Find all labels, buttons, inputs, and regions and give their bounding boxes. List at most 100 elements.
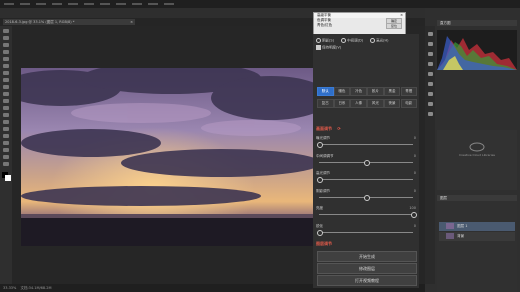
style-preset-button[interactable]: 暖色 [333, 87, 351, 96]
path-select-tool-icon[interactable] [3, 141, 9, 145]
paragraph-icon[interactable] [427, 72, 433, 76]
generate-button[interactable]: 开始生成 [317, 251, 417, 262]
slider-value: 0 [413, 223, 416, 228]
slider-track[interactable] [319, 144, 413, 145]
layers-panel: 图层 图层 1 背景 [437, 195, 517, 292]
eraser-tool-icon[interactable] [3, 99, 9, 103]
slider-value: 0 [413, 171, 416, 175]
slider-label: 锐化 [316, 223, 323, 228]
blur-tool-icon[interactable] [3, 113, 9, 117]
reset-button[interactable]: 复位 [386, 23, 402, 29]
slider-label: 阴影调节 [316, 188, 330, 193]
adjustments-icon[interactable] [427, 42, 433, 46]
pen-tool-icon[interactable] [3, 127, 9, 131]
background-color-swatch[interactable] [5, 175, 11, 181]
slider-knob[interactable] [317, 177, 323, 183]
stamp-tool-icon[interactable] [3, 85, 9, 89]
style-preset-button[interactable]: 黑金 [383, 87, 401, 96]
slider-knob[interactable] [411, 212, 417, 218]
lasso-tool-icon[interactable] [3, 43, 9, 47]
menu-bar[interactable] [0, 0, 520, 8]
section-adjust-label: 画面调节 [316, 126, 332, 131]
slider-label: 亮度 [316, 206, 323, 210]
panel-icon-strip [425, 26, 435, 284]
healing-tool-icon[interactable] [3, 71, 9, 75]
slider-label: 高光调节 [316, 171, 330, 175]
libraries-icon[interactable] [427, 112, 433, 116]
histogram-panel: 直方图 [437, 20, 517, 90]
dialog-row-label: 色调平衡 [317, 18, 331, 22]
move-tool-icon[interactable] [3, 29, 9, 33]
layer-row[interactable]: 图层 1 [439, 222, 515, 231]
layer-name: 图层 1 [457, 224, 468, 228]
zoom-readout[interactable]: 33.33% [3, 286, 16, 290]
close-icon[interactable]: × [400, 13, 403, 17]
balance-dialog: 高级平衡 × 色调平衡 确定 青色/红色 复位 [313, 12, 406, 36]
style-preset-button[interactable]: 冷色 [350, 87, 367, 96]
section-generate-title: 图层调节 [316, 241, 332, 246]
layer-options-area[interactable] [437, 201, 517, 221]
marquee-tool-icon[interactable] [3, 36, 9, 40]
type-tool-icon[interactable] [3, 134, 9, 138]
layer-thumbnail [446, 233, 454, 239]
style-preset-button[interactable]: 复古 [317, 99, 334, 108]
video-tutorial-button[interactable]: 打开视频教程 [317, 275, 417, 286]
quick-select-tool-icon[interactable] [3, 50, 9, 54]
swatches-icon[interactable] [427, 92, 433, 96]
slider-track[interactable] [319, 214, 413, 215]
slider-value: 100 [409, 206, 416, 210]
styles-icon[interactable] [427, 102, 433, 106]
slider-track[interactable] [319, 231, 413, 233]
slider-knob[interactable] [364, 194, 370, 201]
history-icon[interactable] [427, 32, 433, 36]
style-preset-button[interactable]: 风光 [367, 99, 384, 108]
close-icon[interactable]: × [130, 19, 133, 25]
radio-midtones-label: 中间调(D) [347, 38, 364, 43]
radio-highlights[interactable] [370, 38, 376, 43]
style-preset-button[interactable]: 胶片 [367, 87, 384, 96]
character-icon[interactable] [427, 62, 433, 66]
style-preset-button[interactable]: 青橙 [400, 87, 417, 96]
style-preset-button[interactable]: 默认 [317, 87, 334, 96]
slider-knob[interactable] [317, 142, 323, 148]
properties-icon[interactable] [427, 82, 433, 86]
crop-tool-icon[interactable] [3, 57, 9, 61]
radio-shadows[interactable] [316, 38, 321, 43]
history-brush-tool-icon[interactable] [3, 92, 9, 96]
eyedropper-tool-icon[interactable] [3, 64, 9, 68]
radio-highlights-label: 高光(H) [376, 38, 389, 43]
style-preset-button[interactable]: 人像 [350, 99, 367, 108]
brush-settings-icon[interactable] [427, 52, 433, 56]
slider-knob[interactable] [364, 159, 370, 166]
brush-tool-icon[interactable] [3, 78, 9, 82]
hand-tool-icon[interactable] [3, 155, 9, 159]
preserve-luminosity-label: 保持明度(V) [322, 45, 342, 50]
modify-layer-button[interactable]: 修改图层 [317, 263, 417, 274]
slider-label: 曝光调节 [316, 136, 330, 140]
zoom-tool-icon[interactable] [3, 162, 9, 166]
layer-thumbnail [446, 223, 454, 229]
sunset-cloud-photo [21, 68, 314, 246]
refresh-icon[interactable]: ⟳ [337, 126, 340, 131]
radio-midtones[interactable] [341, 38, 347, 43]
layer-row[interactable]: 背景 [439, 232, 515, 241]
slider-track[interactable] [319, 179, 413, 180]
slider-knob[interactable] [317, 229, 323, 236]
style-preset-button[interactable]: 夜景 [383, 99, 401, 108]
slider-label: 中间调调节 [316, 153, 334, 158]
shape-tool-icon[interactable] [3, 148, 9, 152]
histogram-panel-title: 直方图 [437, 20, 517, 26]
style-preset-button[interactable]: 日系 [333, 99, 351, 108]
style-preset-button[interactable]: 电影 [400, 99, 417, 108]
slider-value: 0 [413, 136, 416, 140]
preserve-luminosity-checkbox[interactable] [316, 45, 321, 50]
layer-name: 背景 [457, 234, 465, 238]
gradient-tool-icon[interactable] [3, 106, 9, 110]
creative-cloud-icon [469, 142, 485, 152]
tone-radio-row: 阴影(S) 中间调(D) 高光(H) [316, 38, 389, 44]
dialog-row: 青色/红色 复位 [314, 23, 405, 29]
dodge-tool-icon[interactable] [3, 120, 9, 124]
plugin-panel: 阴影(S) 中间调(D) 高光(H) 保持明度(V) 默认 暖色 冷色 胶片 黑金 青橙复… [313, 34, 419, 288]
document-tab[interactable]: 2018-6-3.jpg @ 33.1% (图层 1, RGB/8) * × [3, 19, 135, 25]
histogram-graph [437, 30, 517, 70]
